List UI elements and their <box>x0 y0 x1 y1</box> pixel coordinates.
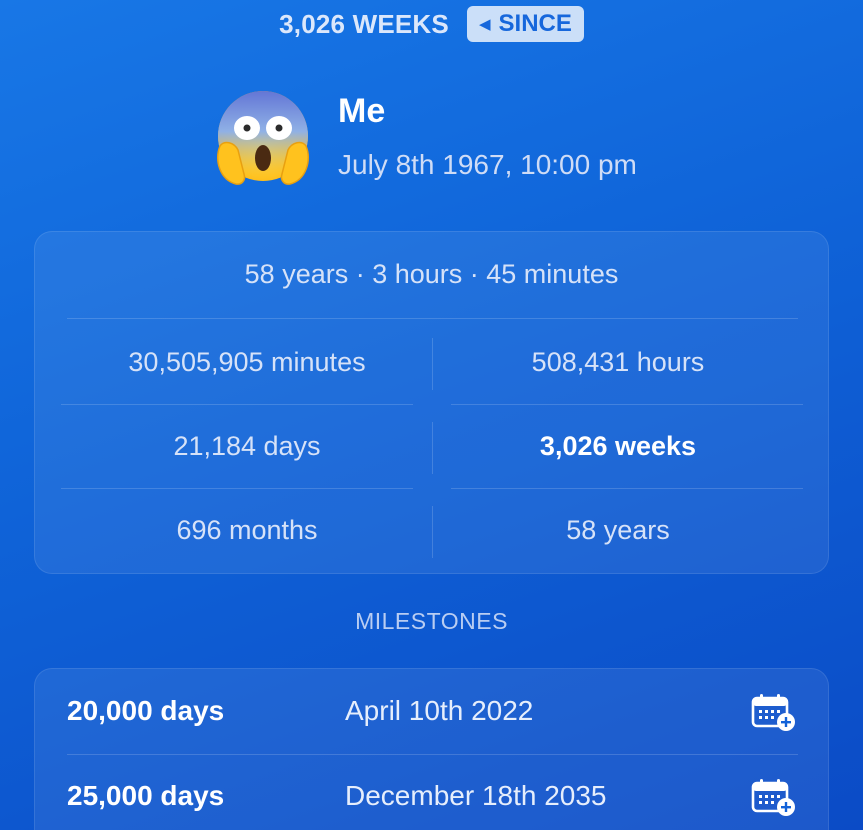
profile-name: Me <box>338 92 386 130</box>
divider <box>61 488 413 489</box>
milestones-card: 20,000 days April 10th 2022 25,000 days … <box>34 668 829 830</box>
since-button-label: SINCE <box>498 10 572 37</box>
milestone-row: 20,000 days April 10th 2022 <box>35 669 828 753</box>
milestone-label: 25,000 days <box>67 780 225 811</box>
since-toggle-button[interactable]: ◀ SINCE <box>466 6 584 42</box>
time-stats-card: 58 years · 3 hours · 45 minutes 30,505,9… <box>34 231 829 574</box>
stat-minutes: 30,505,905 minutes <box>128 347 366 377</box>
divider <box>61 404 413 405</box>
milestone-date: December 18th 2035 <box>345 780 607 811</box>
stat-months: 696 months <box>176 515 318 545</box>
face-screaming-in-fear-emoji-icon[interactable] <box>212 88 314 188</box>
weeks-count-label: 3,026 WEEKS <box>279 8 449 39</box>
profile-date: July 8th 1967, 10:00 pm <box>338 149 637 180</box>
stat-days: 21,184 days <box>173 431 321 461</box>
divider <box>451 488 803 489</box>
calendar-add-icon[interactable] <box>751 778 797 818</box>
stat-hours: 508,431 hours <box>531 347 705 377</box>
milestone-date: April 10th 2022 <box>345 695 534 726</box>
stat-years: 58 years <box>566 515 670 545</box>
milestones-heading: MILESTONES <box>355 608 508 634</box>
milestone-label: 20,000 days <box>67 695 225 726</box>
milestone-row: 25,000 days December 18th 2035 <box>35 754 828 830</box>
calendar-add-icon[interactable] <box>751 693 797 733</box>
profile-header: Me July 8th 1967, 10:00 pm <box>212 88 637 188</box>
divider <box>451 404 803 405</box>
top-bar: 3,026 WEEKS ◀ SINCE <box>0 6 863 42</box>
duration-summary: 58 years · 3 hours · 45 minutes <box>244 259 619 289</box>
stat-weeks: 3,026 weeks <box>539 431 697 461</box>
left-triangle-icon: ◀ <box>478 16 491 33</box>
divider <box>67 318 798 319</box>
